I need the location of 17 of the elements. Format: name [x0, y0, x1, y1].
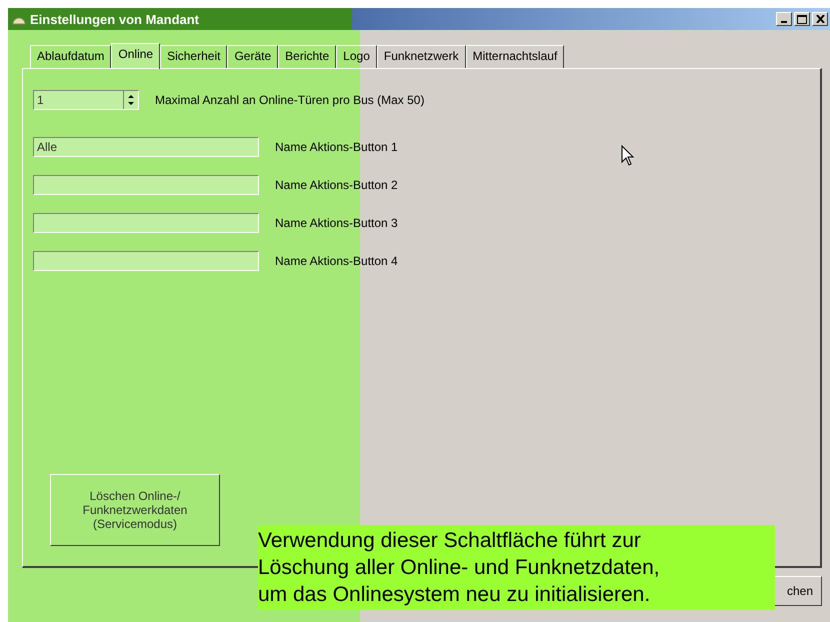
- close-icon: [816, 15, 824, 23]
- field-label: Name Aktions-Button 4: [275, 254, 398, 268]
- maximize-button[interactable]: [794, 12, 810, 26]
- number-spinner[interactable]: 1: [33, 90, 139, 110]
- field-label: Name Aktions-Button 1: [275, 140, 398, 154]
- window-title: Einstellungen von Mandant: [30, 12, 200, 26]
- field-label: Name Aktions-Button 2: [275, 178, 398, 192]
- service-mode-button[interactable]: Löschen Online-/ Funknetzwerkdaten (Servicemodus): [50, 474, 220, 546]
- minimize-button[interactable]: [776, 12, 792, 26]
- field-label: Name Aktions-Button 3: [275, 216, 398, 230]
- tab[interactable]: Mitternachtslauf: [466, 45, 564, 68]
- close-button[interactable]: [812, 12, 828, 26]
- tooltip: Verwendung dieser Schaltfläche führt zur Löschung aller Online- und Funknetzdaten, um das Onlinesystem neu zu initialisieren.: [258, 525, 775, 610]
- tab[interactable]: Online: [111, 43, 160, 69]
- maximize-icon: [797, 14, 807, 24]
- tab[interactable]: Funknetzwerk: [376, 45, 466, 68]
- spinner-label: Maximal Anzahl an Online-Türen pro Bus (Max 50): [155, 93, 424, 107]
